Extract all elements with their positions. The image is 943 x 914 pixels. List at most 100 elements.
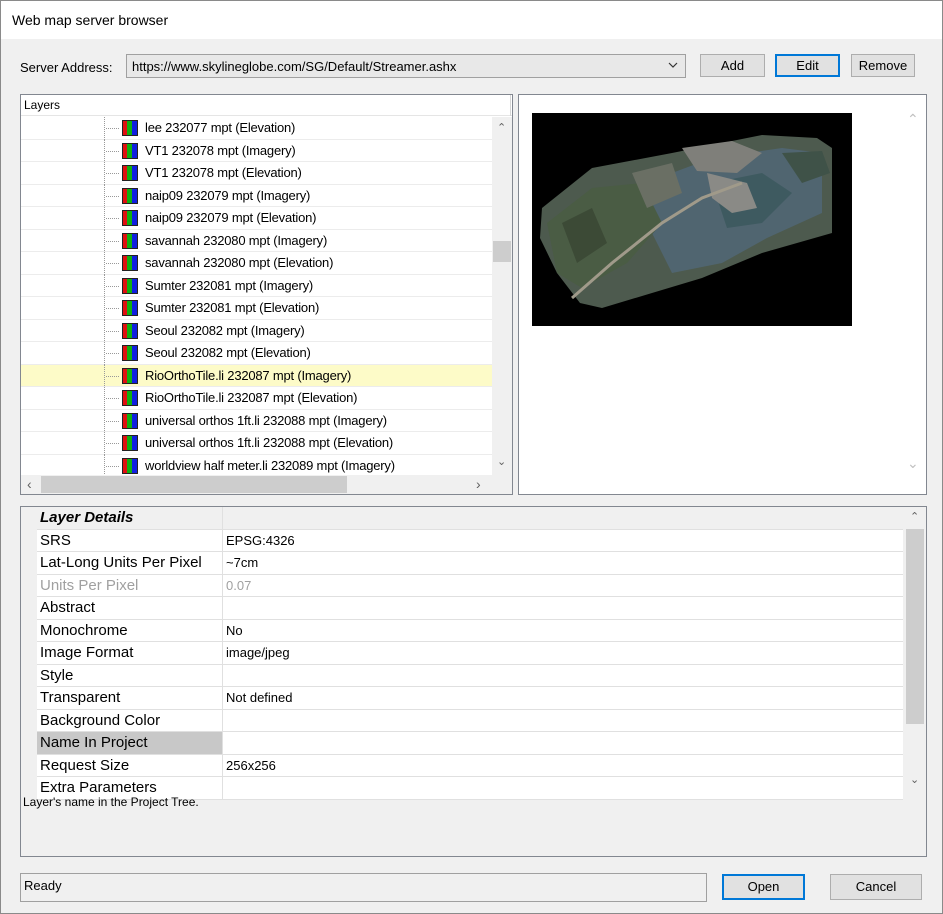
tree-branch [106, 195, 119, 197]
scroll-right-icon[interactable]: › [476, 476, 481, 492]
property-row[interactable]: SRS EPSG:4326 [37, 529, 903, 552]
property-value[interactable]: image/jpeg [224, 642, 290, 664]
property-value[interactable]: No [224, 620, 243, 642]
layer-rgb-icon [122, 277, 138, 294]
layer-rgb-icon [122, 390, 138, 406]
open-button[interactable]: Open [722, 874, 805, 900]
layer-tree-item[interactable]: VT1 232078 mpt (Imagery) [21, 139, 492, 163]
property-value[interactable]: 0.07 [224, 575, 251, 597]
property-description: Layer's name in the Project Tree. [23, 795, 199, 809]
scroll-down-icon: ⌄ [907, 455, 919, 471]
tree-line [104, 409, 105, 433]
tree-branch [106, 150, 119, 152]
layer-rgb-icon [122, 435, 138, 451]
property-row[interactable]: Abstract [37, 597, 903, 620]
remove-button[interactable]: Remove [851, 54, 915, 77]
property-row[interactable]: Name In Project [37, 732, 903, 755]
layer-tree-item[interactable]: universal orthos 1ft.li 232088 mpt (Imag… [21, 409, 492, 433]
tree-branch [106, 173, 119, 174]
layer-tree-item[interactable]: RioOrthoTile.li 232087 mpt (Imagery) [21, 364, 492, 388]
property-value[interactable]: EPSG:4326 [224, 530, 295, 552]
property-value[interactable] [224, 777, 226, 799]
column-divider[interactable] [510, 95, 511, 116]
layer-label: universal orthos 1ft.li 232088 mpt (Elev… [145, 435, 394, 450]
property-name: Style [37, 664, 223, 687]
property-row[interactable]: Background Color [37, 709, 903, 732]
property-row[interactable]: Units Per Pixel 0.07 [37, 574, 903, 597]
tree-line [104, 207, 105, 230]
layer-tree-item[interactable]: worldview half meter.li 232089 mpt (Imag… [21, 454, 492, 475]
layer-tree-item[interactable]: Sumter 232081 mpt (Imagery) [21, 274, 492, 298]
layer-tree-item[interactable]: naip09 232079 mpt (Imagery) [21, 184, 492, 208]
layer-tree-item[interactable]: lee 232077 mpt (Elevation) [21, 117, 492, 140]
layer-tree-item[interactable]: VT1 232078 mpt (Elevation) [21, 162, 492, 185]
category-row[interactable]: − Layer Details [37, 507, 903, 530]
scroll-down-icon[interactable]: ⌄ [497, 455, 506, 468]
property-name: Transparent [37, 687, 223, 709]
status-field: Ready [20, 873, 707, 902]
layer-tree-item[interactable]: universal orthos 1ft.li 232088 mpt (Elev… [21, 432, 492, 455]
scroll-down-icon[interactable]: ⌄ [910, 773, 919, 786]
layer-label: universal orthos 1ft.li 232088 mpt (Imag… [145, 412, 387, 428]
grid-vertical-scrollbar[interactable]: ⌃ ⌄ [904, 507, 926, 793]
scroll-up-icon: ⌃ [907, 111, 919, 127]
tree-line [104, 139, 105, 163]
property-value[interactable] [224, 665, 226, 687]
server-address-label: Server Address: [20, 60, 113, 75]
layer-label: Seoul 232082 mpt (Imagery) [145, 322, 305, 338]
property-row[interactable]: Request Size 256x256 [37, 754, 903, 777]
property-value[interactable] [224, 732, 226, 754]
scroll-up-icon[interactable]: ⌃ [497, 121, 506, 134]
layer-label: Sumter 232081 mpt (Imagery) [145, 277, 314, 293]
layer-tree-item[interactable]: savannah 232080 mpt (Elevation) [21, 252, 492, 275]
scrollbar-thumb[interactable] [493, 241, 511, 262]
scrollbar-thumb[interactable] [41, 476, 347, 493]
layer-label: savannah 232080 mpt (Imagery) [145, 232, 328, 248]
property-value[interactable]: Not defined [224, 687, 293, 709]
property-value[interactable] [224, 597, 226, 619]
layers-tree[interactable]: Layers lee 232077 mpt (Elevation) VT1 232… [20, 94, 513, 495]
property-row[interactable]: Transparent Not defined [37, 687, 903, 710]
server-address-combo[interactable]: https://www.skylineglobe.com/SG/Default/… [126, 54, 686, 78]
property-value[interactable] [224, 710, 226, 732]
layer-rgb-icon [122, 210, 138, 226]
layer-details-grid[interactable]: − Layer Details SRSEPSG:4326Lat-Long Uni… [20, 506, 927, 857]
tree-branch [106, 465, 119, 467]
property-row[interactable]: Monochrome No [37, 619, 903, 642]
tree-branch [106, 330, 119, 332]
edit-button[interactable]: Edit [775, 54, 840, 77]
chevron-down-icon[interactable] [668, 59, 678, 71]
layer-rgb-icon [122, 165, 138, 181]
layer-tree-item[interactable]: Sumter 232081 mpt (Elevation) [21, 297, 492, 320]
layers-column-header[interactable]: Layers [21, 95, 512, 116]
layer-tree-item[interactable]: RioOrthoTile.li 232087 mpt (Elevation) [21, 387, 492, 410]
layer-rgb-icon [122, 412, 138, 429]
tree-line [104, 454, 105, 475]
tree-horizontal-scrollbar[interactable]: ‹ › [21, 475, 512, 494]
tree-line [104, 432, 105, 455]
layer-tree-item[interactable]: Seoul 232082 mpt (Elevation) [21, 342, 492, 365]
layer-tree-item[interactable]: savannah 232080 mpt (Imagery) [21, 229, 492, 253]
property-value[interactable]: ~7cm [224, 552, 258, 574]
scroll-left-icon[interactable]: ‹ [27, 476, 32, 492]
layer-label: Seoul 232082 mpt (Elevation) [145, 345, 311, 360]
layer-rgb-icon [122, 345, 138, 361]
add-button[interactable]: Add [700, 54, 765, 77]
tree-branch [106, 420, 119, 422]
layer-tree-item[interactable]: Seoul 232082 mpt (Imagery) [21, 319, 492, 343]
scroll-up-icon[interactable]: ⌃ [910, 510, 919, 523]
tree-vertical-scrollbar[interactable]: ⌃ ⌄ [492, 117, 512, 475]
property-value[interactable]: 256x256 [224, 755, 276, 777]
tree-branch [106, 443, 119, 444]
property-name: Name In Project [37, 732, 223, 754]
property-row[interactable]: Image Format image/jpeg [37, 642, 903, 665]
layer-tree-item[interactable]: naip09 232079 mpt (Elevation) [21, 207, 492, 230]
cancel-button[interactable]: Cancel [830, 874, 922, 900]
property-row[interactable]: Lat-Long Units Per Pixel ~7cm [37, 552, 903, 575]
layer-rgb-icon [122, 142, 138, 159]
scrollbar-thumb[interactable] [906, 529, 924, 724]
tree-line [104, 252, 105, 275]
layer-preview-panel: ⌃ ⌄ [518, 94, 927, 495]
property-row[interactable]: Style [37, 664, 903, 687]
tree-branch [106, 285, 119, 287]
